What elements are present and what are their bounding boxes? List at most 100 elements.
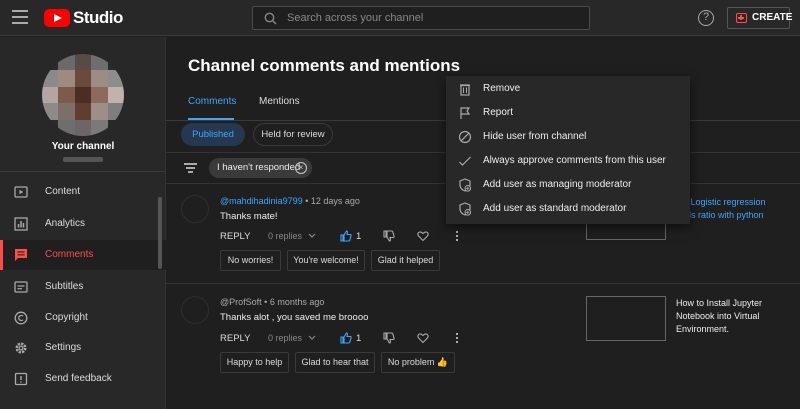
video-icon — [14, 186, 28, 198]
sidebar-scrollbar[interactable] — [158, 197, 162, 269]
menu-item-label: Report — [483, 107, 514, 118]
filter-chip[interactable]: I haven't responded × — [209, 158, 312, 178]
trash-icon — [460, 84, 470, 96]
comment-author[interactable]: @ProfSoft — [220, 297, 262, 307]
chevron-down-icon — [308, 233, 315, 238]
filter-held-for-review[interactable]: Held for review — [253, 123, 333, 146]
tab-comments[interactable]: Comments — [188, 96, 236, 107]
quick-reply-chip[interactable]: You're welcome! — [287, 250, 365, 271]
filter-published[interactable]: Published — [181, 123, 245, 146]
video-thumbnail[interactable] — [586, 296, 666, 341]
block-icon — [458, 130, 472, 144]
menu-icon[interactable] — [12, 10, 28, 24]
like-icon[interactable] — [340, 332, 352, 344]
reply-button[interactable]: REPLY — [220, 333, 250, 344]
sidebar-item-analytics[interactable]: Analytics — [0, 209, 166, 239]
app-logo-text[interactable]: Studio — [73, 8, 123, 28]
sidebar-item-subtitles[interactable]: Subtitles — [0, 272, 166, 302]
menu-item-add-standard-moderator[interactable]: Add user as standard moderator — [446, 197, 690, 221]
channel-title: Your channel — [51, 141, 115, 152]
comment-icon — [15, 249, 27, 261]
menu-item-hide-user[interactable]: Hide user from channel — [446, 125, 690, 149]
chevron-down-icon — [308, 335, 315, 340]
comment-meta: @ProfSoft • 6 months ago — [220, 297, 324, 307]
sidebar-item-send-feedback[interactable]: Send feedback — [0, 364, 166, 394]
youtube-logo-icon[interactable] — [44, 9, 70, 27]
replies-toggle[interactable]: 0 replies — [268, 333, 316, 343]
dislike-icon[interactable] — [383, 230, 395, 242]
sidebar-divider — [0, 171, 166, 172]
like-count: 1 — [356, 333, 362, 344]
meta-separator: • — [264, 297, 268, 307]
filter-chip-label: I haven't responded — [217, 162, 301, 173]
close-icon[interactable]: × — [295, 162, 307, 174]
search-box[interactable] — [252, 6, 590, 30]
quick-reply-chip[interactable]: Glad to hear that — [295, 352, 375, 373]
video-title-link[interactable]: ple Logistic regression odds ratio with … — [676, 196, 786, 222]
help-icon[interactable]: ? — [698, 10, 714, 26]
comment-meta: @mahdihadinia9799 • 12 days ago — [220, 196, 360, 206]
menu-item-label: Remove — [483, 83, 521, 94]
comment-time: 12 days ago — [310, 196, 360, 206]
meta-separator: • — [305, 196, 309, 206]
sidebar-item-label: Send feedback — [45, 373, 112, 384]
sidebar-item-settings[interactable]: Settings — [0, 333, 166, 363]
reply-button[interactable]: REPLY — [220, 231, 250, 242]
quick-reply-chip[interactable]: No worries! — [220, 250, 281, 271]
sidebar-item-content[interactable]: Content — [0, 177, 166, 207]
channel-avatar[interactable] — [42, 54, 124, 136]
filter-icon[interactable] — [184, 163, 197, 173]
menu-item-label: Add user as managing moderator — [483, 179, 632, 190]
sidebar: Your channel Content Analytics Comments — [0, 37, 166, 409]
gear-icon — [15, 342, 27, 354]
heart-icon[interactable] — [417, 230, 429, 242]
flag-icon — [460, 107, 471, 119]
heart-icon[interactable] — [417, 332, 429, 344]
menu-item-remove[interactable]: Remove — [446, 77, 690, 101]
sidebar-item-label: Settings — [45, 342, 82, 353]
commenter-avatar[interactable] — [181, 195, 209, 223]
quick-reply-chip[interactable]: Glad it helped — [371, 250, 440, 271]
sidebar-item-label: Analytics — [45, 218, 86, 229]
sidebar-item-label: Content — [45, 186, 81, 197]
more-vert-icon[interactable] — [454, 332, 460, 344]
menu-item-label: Add user as standard moderator — [483, 203, 627, 214]
shield-add-icon — [459, 202, 472, 216]
replies-toggle[interactable]: 0 replies — [268, 231, 316, 241]
search-input[interactable] — [287, 7, 577, 29]
comment-actions: REPLY 0 replies 1 — [220, 331, 470, 347]
menu-item-always-approve[interactable]: Always approve comments from this user — [446, 149, 690, 173]
sidebar-item-comments[interactable]: Comments — [0, 240, 166, 270]
comment-actions: REPLY 0 replies 1 — [220, 229, 470, 245]
copyright-icon — [14, 311, 28, 325]
sidebar-item-copyright[interactable]: Copyright — [0, 303, 166, 333]
sidebar-item-label: Copyright — [45, 312, 88, 323]
subtitles-icon — [14, 281, 28, 293]
comment-text: Thanks mate! — [220, 211, 278, 222]
replies-label: 0 replies — [268, 333, 303, 343]
comment-context-menu: Remove Report Hide user from channel Alw… — [446, 76, 690, 224]
create-label: CREATE — [752, 12, 793, 23]
bar-chart-icon — [14, 217, 28, 231]
tab-mentions[interactable]: Mentions — [259, 96, 300, 107]
comment-divider — [166, 283, 800, 284]
comment-time: 6 months ago — [269, 297, 325, 307]
top-bar: Studio ? CREATE — [0, 0, 800, 36]
more-vert-icon[interactable] — [454, 230, 460, 242]
dislike-icon[interactable] — [383, 332, 395, 344]
comment-author[interactable]: @mahdihadinia9799 — [220, 196, 303, 206]
replies-label: 0 replies — [268, 231, 303, 241]
menu-item-label: Always approve comments from this user — [483, 155, 666, 166]
quick-reply-chip[interactable]: Happy to help — [220, 352, 289, 373]
like-icon[interactable] — [340, 230, 352, 242]
menu-item-report[interactable]: Report — [446, 101, 690, 125]
menu-item-add-managing-moderator[interactable]: Add user as managing moderator — [446, 173, 690, 197]
commenter-avatar[interactable] — [181, 296, 209, 324]
sidebar-item-label: Subtitles — [45, 281, 84, 292]
quick-reply-chip[interactable]: No problem 👍 — [381, 352, 455, 373]
search-icon — [264, 12, 277, 25]
video-title-link[interactable]: How to Install Jupyter Notebook into Vir… — [676, 297, 786, 336]
create-button[interactable]: CREATE — [727, 7, 793, 29]
page-title: Channel comments and mentions — [188, 56, 461, 75]
shield-add-icon — [459, 178, 472, 192]
